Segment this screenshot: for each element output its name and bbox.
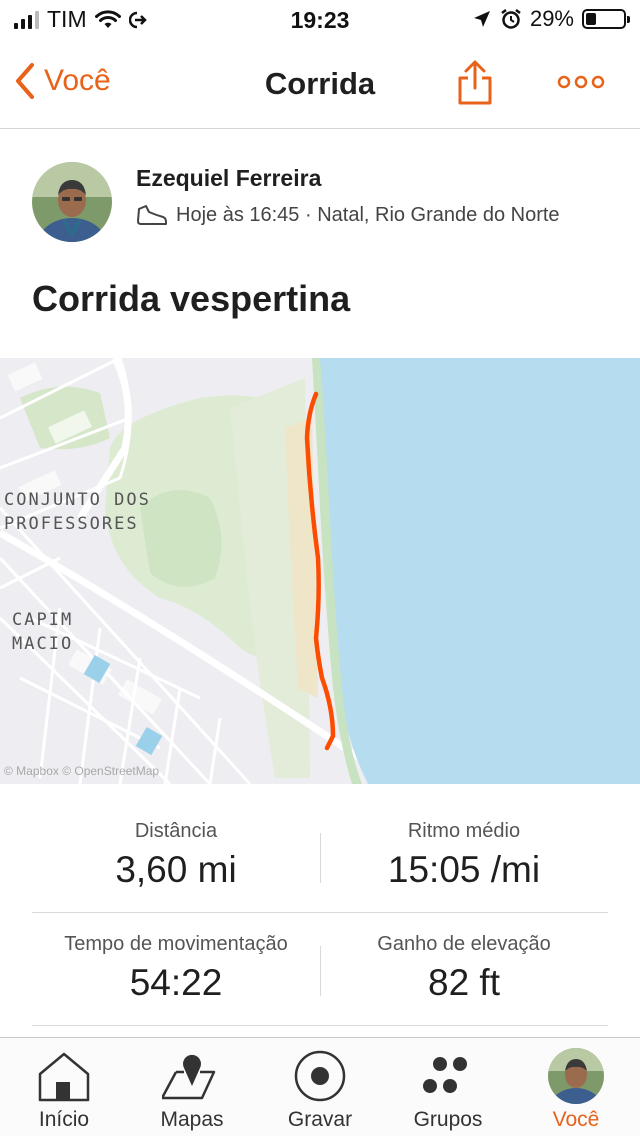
route-map[interactable]: CONJUNTO DOS PROFESSORES CAPIM MACIO © M… bbox=[0, 358, 640, 784]
tab-groups[interactable]: Grupos bbox=[384, 1038, 512, 1136]
page-title: Corrida bbox=[264, 66, 376, 101]
tab-label: Gravar bbox=[287, 1108, 353, 1131]
tab-label: Mapas bbox=[160, 1108, 224, 1131]
stat-label: Distância bbox=[134, 820, 218, 842]
stat-value: 15:05 /mi bbox=[387, 849, 541, 890]
activity-meta-text: Hoje às 16:45 · Natal, Rio Grande do Nor… bbox=[176, 203, 560, 226]
stat-label: Ganho de elevação bbox=[377, 933, 551, 955]
map-label-macio: MACIO bbox=[12, 634, 74, 654]
tab-home[interactable]: Início bbox=[0, 1038, 128, 1136]
tab-label: Você bbox=[552, 1108, 600, 1131]
tab-bar: Início Mapas Gravar Grupos Você bbox=[0, 1037, 640, 1136]
map-label-capim: CAPIM bbox=[12, 610, 74, 630]
location-arrow-icon bbox=[473, 11, 490, 27]
stats-row: Tempo de movimentação 54:22 Ganho de ele… bbox=[32, 913, 608, 1026]
groups-icon bbox=[423, 1057, 467, 1093]
tab-label: Grupos bbox=[413, 1108, 483, 1131]
stat-label: Tempo de movimentação bbox=[64, 933, 288, 955]
avatar[interactable] bbox=[32, 162, 112, 242]
map-pin-icon bbox=[162, 1054, 216, 1100]
navigation-bar: Você Corrida bbox=[0, 40, 640, 129]
status-bar: TIM 19:23 29% bbox=[0, 0, 640, 40]
record-icon bbox=[294, 1050, 346, 1102]
activity-title: Corrida vespertina bbox=[32, 278, 351, 319]
profile-photo-icon bbox=[32, 162, 112, 242]
stat-moving-time: Tempo de movimentação 54:22 bbox=[32, 933, 320, 1004]
share-icon[interactable] bbox=[455, 58, 495, 106]
battery-percent: 29% bbox=[529, 6, 574, 31]
alarm-icon bbox=[501, 9, 521, 29]
stats-row: Distância 3,60 mi Ritmo médio 15:05 /mi bbox=[32, 800, 608, 913]
more-options-icon[interactable] bbox=[556, 72, 606, 92]
stat-distance: Distância 3,60 mi bbox=[32, 820, 320, 891]
tab-record[interactable]: Gravar bbox=[256, 1038, 384, 1136]
map-attribution[interactable]: © Mapbox © OpenStreetMap bbox=[4, 764, 159, 778]
battery-icon bbox=[582, 9, 630, 29]
athlete-header: Ezequiel Ferreira Hoje às 16:45 · Natal,… bbox=[0, 129, 640, 259]
shoe-icon bbox=[137, 205, 167, 225]
tab-maps[interactable]: Mapas bbox=[128, 1038, 256, 1136]
map-canvas bbox=[0, 358, 640, 784]
stat-value: 3,60 mi bbox=[115, 849, 237, 890]
map-label-professores: PROFESSORES bbox=[4, 514, 139, 534]
avatar-icon bbox=[548, 1048, 604, 1104]
home-icon bbox=[38, 1052, 90, 1102]
map-label-conjunto: CONJUNTO DOS bbox=[4, 490, 151, 510]
stats-panel: Distância 3,60 mi Ritmo médio 15:05 /mi … bbox=[32, 800, 608, 1026]
tab-you[interactable]: Você bbox=[512, 1038, 640, 1136]
stat-pace: Ritmo médio 15:05 /mi bbox=[320, 820, 608, 891]
stat-value: 54:22 bbox=[129, 962, 223, 1003]
activity-meta: Hoje às 16:45 · Natal, Rio Grande do Nor… bbox=[136, 203, 560, 227]
athlete-name[interactable]: Ezequiel Ferreira bbox=[136, 165, 321, 192]
stat-elevation-gain: Ganho de elevação 82 ft bbox=[320, 933, 608, 1004]
stat-value: 82 ft bbox=[428, 962, 500, 1003]
tab-label: Início bbox=[38, 1108, 90, 1131]
stat-label: Ritmo médio bbox=[407, 820, 521, 842]
